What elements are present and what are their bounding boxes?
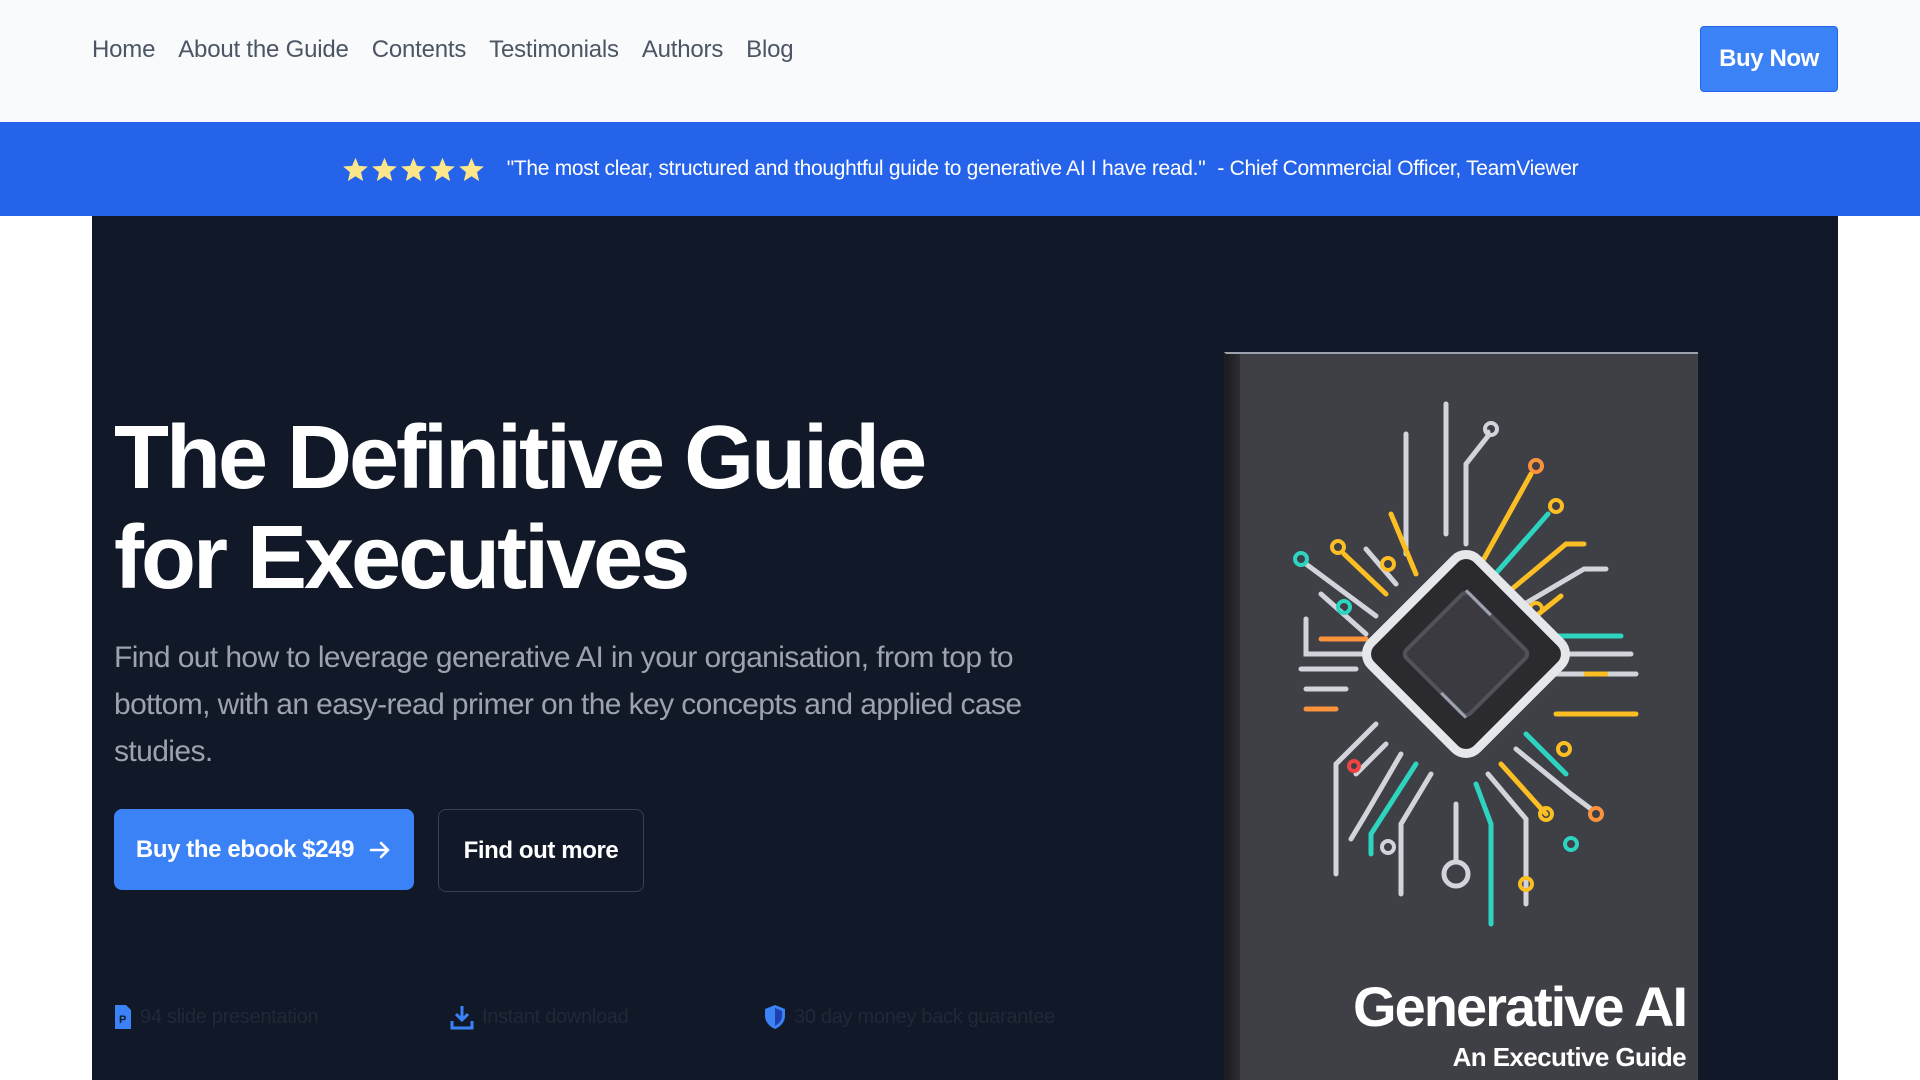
- hero-title-line-1: The Definitive Guide: [114, 408, 927, 508]
- buy-ebook-button[interactable]: Buy the ebook $249: [114, 809, 414, 890]
- star-icon: [400, 157, 426, 181]
- testimonial-quote: "The most clear, structured and thoughtf…: [506, 157, 1206, 180]
- feature-slides-text: 94 slide presentation: [140, 1005, 319, 1028]
- star-icon: [458, 157, 484, 181]
- arrow-right-icon: [369, 841, 390, 858]
- nav-link-authors[interactable]: Authors: [642, 36, 724, 64]
- star-rating: [342, 156, 485, 183]
- nav-links: Home About the Guide Contents Testimonia…: [92, 36, 794, 64]
- hero-title: The Definitive Guide for Executives: [114, 408, 1014, 608]
- star-icon: [342, 157, 368, 181]
- nav-link-about[interactable]: About the Guide: [178, 36, 349, 64]
- feature-guarantee-text: 30 day money back guarantee: [794, 1005, 1055, 1028]
- star-icon: [429, 157, 455, 181]
- nav-link-contents[interactable]: Contents: [372, 36, 467, 64]
- testimonial-banner: "The most clear, structured and thoughtf…: [0, 122, 1920, 216]
- hero-subtitle-line-2: bottom, with an easy-read primer on the …: [114, 688, 1022, 768]
- feature-slides: P 94 slide presentation: [114, 1004, 319, 1030]
- find-out-more-button[interactable]: Find out more: [438, 809, 644, 892]
- feature-download: Instant download: [450, 1004, 629, 1030]
- hero-subtitle-line-1: Find out how to leverage generative AI i…: [114, 641, 1014, 674]
- book-subtitle: An Executive Guide: [1452, 1042, 1687, 1072]
- circuit-chip-illustration: [1293, 401, 1639, 927]
- shield-icon: [765, 1005, 785, 1029]
- buy-ebook-label: Buy the ebook $249: [135, 835, 355, 863]
- hero-title-line-2: for Executives: [114, 508, 690, 608]
- book-title: Generative AI: [1353, 975, 1688, 1038]
- top-navigation: Home About the Guide Contents Testimonia…: [0, 0, 1920, 122]
- feature-guarantee: 30 day money back guarantee: [764, 1004, 1055, 1030]
- nav-link-testimonials[interactable]: Testimonials: [489, 36, 619, 64]
- book-cover: Generative AI An Executive Guide: [1224, 352, 1698, 1080]
- download-icon: [450, 1006, 474, 1030]
- nav-link-home[interactable]: Home: [92, 36, 155, 64]
- presentation-file-icon: P: [115, 1005, 131, 1029]
- svg-text:P: P: [119, 1014, 126, 1026]
- buy-now-button[interactable]: Buy Now: [1700, 26, 1838, 92]
- feature-download-text: Instant download: [482, 1005, 629, 1028]
- star-icon: [371, 157, 397, 181]
- hero-section: The Definitive Guide for Executives Find…: [92, 216, 1838, 1080]
- testimonial-author: - Chief Commercial Officer, TeamViewer: [1217, 157, 1579, 180]
- hero-subtitle: Find out how to leverage generative AI i…: [114, 634, 1114, 775]
- nav-link-blog[interactable]: Blog: [746, 36, 793, 64]
